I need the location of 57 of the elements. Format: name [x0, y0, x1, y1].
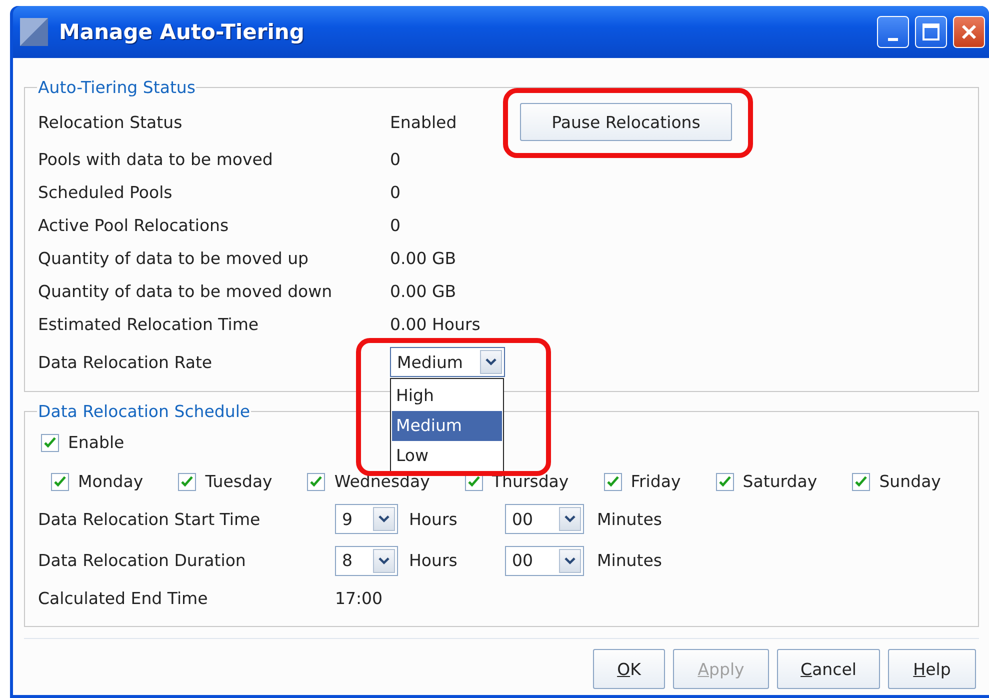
checkbox[interactable] [51, 472, 69, 490]
close-icon [960, 23, 978, 41]
checkbox-label: Sunday [879, 472, 941, 491]
field-value: 0 [390, 150, 402, 169]
close-button[interactable] [953, 16, 985, 48]
field-value: 17:00 [335, 588, 384, 608]
field-label: Data Relocation Rate [38, 352, 214, 372]
checkbox-label: Friday [630, 472, 681, 491]
field-value: 0 [390, 183, 402, 202]
group-title: Data Relocation Schedule [37, 402, 252, 421]
field-label: Estimated Relocation Time [38, 315, 260, 334]
field-label: Scheduled Pools [38, 183, 174, 202]
group-title: Auto-Tiering Status [37, 78, 196, 97]
field-label: Quantity of data to be moved up [38, 249, 310, 268]
minutes-dropdown[interactable]: 00 [505, 546, 584, 576]
field-label: Calculated End Time [38, 588, 209, 608]
dropdown-option[interactable]: Medium [392, 411, 502, 441]
field-label: Quantity of data to be moved down [38, 282, 334, 301]
field-label: Data Relocation Duration [38, 551, 247, 570]
checkbox-label: Saturday [742, 472, 818, 491]
hours-dropdown[interactable]: 9 [335, 504, 398, 534]
field-value: Enabled [390, 112, 458, 132]
minutes-dropdown[interactable]: 00 [505, 504, 584, 534]
checkbox[interactable] [716, 472, 734, 490]
checkbox[interactable] [41, 434, 59, 452]
field-value: 0.00 GB [390, 249, 458, 268]
field-value: 0.00 GB [390, 282, 458, 301]
unit-label: Hours [409, 510, 458, 528]
unit-label: Minutes [597, 551, 663, 570]
checkbox[interactable] [604, 472, 622, 490]
checkbox[interactable] [178, 472, 196, 490]
field-value: 0.00 Hours [390, 315, 482, 334]
checkbox[interactable] [307, 472, 326, 490]
hours-dropdown[interactable]: 8 [335, 546, 398, 576]
dialog-button[interactable]: Help [888, 649, 976, 689]
field-label: Data Relocation Start Time [38, 510, 262, 528]
checkbox-label: Monday [78, 472, 144, 491]
field-label: Relocation Status [38, 112, 184, 132]
field-label: Pools with data to be moved [38, 150, 274, 169]
maximize-button[interactable] [915, 16, 947, 48]
field-value: 0 [390, 216, 402, 235]
window-title: Manage Auto-Tiering [59, 20, 306, 44]
app-icon [19, 17, 49, 47]
dialog-button[interactable]: OK [593, 649, 665, 689]
pause-relocations-button[interactable]: Pause Relocations [520, 103, 732, 141]
dialog-button[interactable]: Cancel [777, 649, 880, 689]
checkbox-label: Wednesday [334, 472, 430, 491]
checkbox-label: Enable [68, 433, 124, 452]
unit-label: Minutes [597, 510, 663, 528]
checkbox-label: Tuesday [205, 472, 272, 491]
checkbox-label: Thursday [492, 472, 569, 491]
minimize-icon [888, 38, 898, 40]
unit-label: Hours [409, 551, 458, 570]
field-label: Active Pool Relocations [38, 216, 230, 235]
minimize-button[interactable] [877, 16, 909, 48]
checkbox[interactable] [852, 472, 870, 490]
maximize-icon [922, 23, 940, 41]
